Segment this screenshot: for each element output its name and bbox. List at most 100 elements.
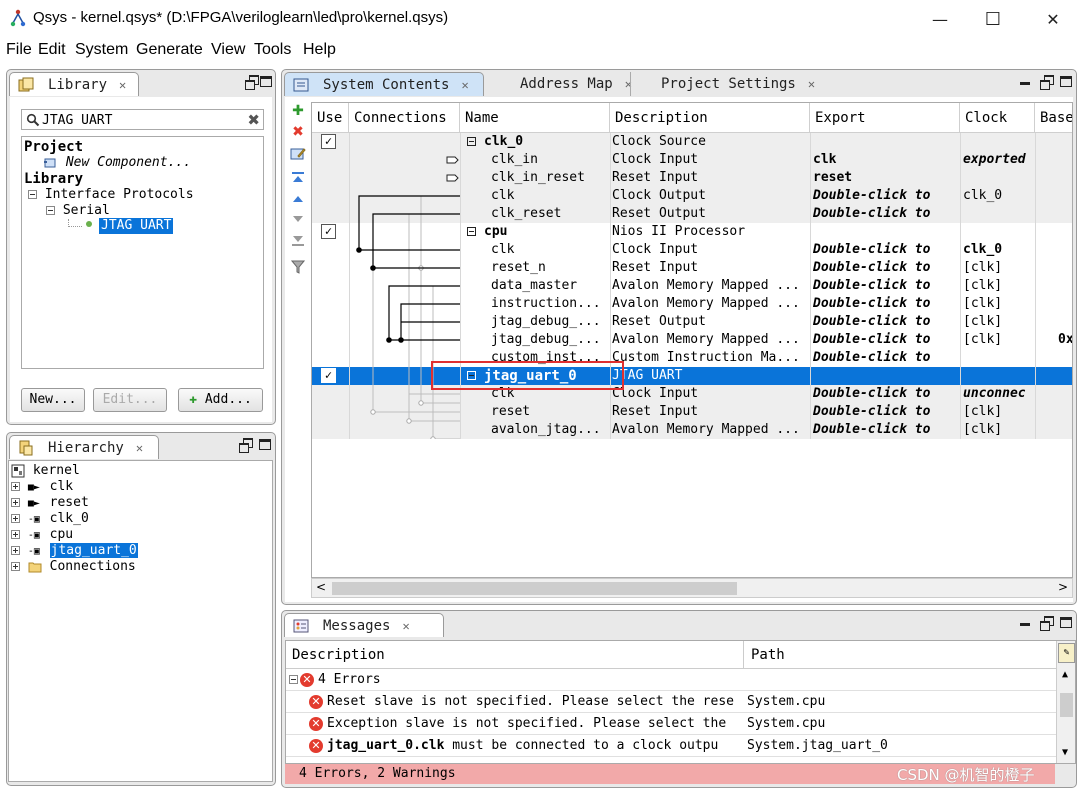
row-clock[interactable]: [clk] [963, 259, 1035, 277]
collapse-icon[interactable] [28, 190, 37, 199]
row-clock[interactable]: [clk] [963, 277, 1035, 295]
message-row[interactable]: ✕ Reset slave is not specified. Please se… [286, 691, 1056, 713]
row-name[interactable]: avalon_jtag... [491, 421, 609, 439]
row-name[interactable]: clk [491, 187, 609, 205]
library-search-input[interactable] [42, 111, 242, 129]
maximize-panel-icon[interactable] [1060, 617, 1072, 628]
tree-new-component[interactable]: New Component... [44, 155, 191, 170]
move-bottom-icon[interactable] [290, 233, 306, 249]
messages-column-path[interactable]: Path [744, 641, 1056, 669]
export-placeholder[interactable]: Double-click to [813, 313, 959, 331]
export-placeholder[interactable]: Double-click to [813, 403, 959, 421]
message-row[interactable]: ✕ jtag_uart_0.clk must be connected to a … [286, 735, 1056, 757]
collapse-icon[interactable] [467, 137, 476, 146]
row-description[interactable]: Reset Input [612, 259, 808, 277]
close-button[interactable]: ✕ [1030, 0, 1076, 38]
export-placeholder[interactable]: Double-click to [813, 277, 959, 295]
row-description[interactable]: Reset Output [612, 313, 808, 331]
column-header-connections[interactable]: Connections [349, 103, 460, 133]
hierarchy-root[interactable]: kernel [11, 463, 80, 479]
edit-component-icon[interactable] [290, 146, 306, 162]
expand-icon[interactable] [11, 514, 20, 523]
scroll-right-icon[interactable]: > [1058, 580, 1068, 594]
row-description[interactable]: Reset Input [612, 169, 808, 187]
close-tab-icon[interactable]: ✕ [402, 619, 409, 633]
row-name[interactable]: clk_reset [491, 205, 609, 223]
row-description[interactable]: Avalon Memory Mapped ... [612, 277, 808, 295]
close-tab-icon[interactable]: ✕ [119, 78, 126, 92]
column-header-base[interactable]: Base [1035, 103, 1072, 133]
move-up-icon[interactable] [290, 192, 306, 208]
row-name[interactable]: reset_n [491, 259, 609, 277]
row-base[interactable]: 0x [1058, 331, 1072, 349]
use-checkbox-clk0[interactable]: ✓ [321, 134, 336, 149]
row-name[interactable]: jtag_debug_... [491, 331, 609, 349]
row-description[interactable]: Clock Output [612, 187, 808, 205]
column-header-name[interactable]: Name [460, 103, 610, 133]
hierarchy-item-jtag-uart[interactable]: -▣ jtag_uart_0 [11, 543, 138, 559]
export-value[interactable]: clk [813, 151, 959, 169]
minimize-panel-icon[interactable] [1018, 76, 1032, 88]
tab-library[interactable]: Library ✕ [9, 72, 139, 96]
menu-generate[interactable]: Generate [136, 41, 203, 59]
export-placeholder[interactable]: Double-click to [813, 421, 959, 439]
menu-tools[interactable]: Tools [254, 41, 291, 59]
close-tab-icon[interactable]: ✕ [808, 77, 815, 91]
collapse-icon[interactable] [467, 227, 476, 236]
move-top-icon[interactable] [290, 171, 306, 187]
clear-search-icon[interactable]: ✖ [247, 111, 260, 129]
collapse-icon[interactable] [46, 206, 55, 215]
row-description[interactable]: JTAG UART [612, 367, 808, 385]
hierarchy-item-clk-0[interactable]: -▣ clk_0 [11, 511, 89, 527]
row-clock[interactable]: unconnec [963, 385, 1035, 403]
tab-messages[interactable]: Messages ✕ [284, 613, 444, 637]
messages-vscrollbar[interactable]: ✎ ▲ ▼ [1056, 641, 1075, 763]
expand-icon[interactable] [11, 546, 20, 555]
export-placeholder[interactable]: Double-click to [813, 259, 959, 277]
expand-icon[interactable] [11, 562, 20, 571]
scrollbar-thumb[interactable] [332, 582, 737, 595]
export-value[interactable]: reset [813, 169, 959, 187]
row-description[interactable]: Clock Input [612, 151, 808, 169]
hierarchy-item-connections[interactable]: Connections [11, 559, 136, 575]
use-checkbox-jtag-uart[interactable]: ✓ [321, 368, 336, 383]
export-placeholder[interactable]: Double-click to [813, 295, 959, 313]
row-name[interactable]: clk_in_reset [491, 169, 609, 187]
column-header-export[interactable]: Export [810, 103, 960, 133]
menu-view[interactable]: View [211, 41, 245, 59]
row-clock[interactable]: [clk] [963, 403, 1035, 421]
tree-jtag-uart-selected[interactable]: JTAG UART [99, 218, 174, 234]
scroll-down-icon[interactable]: ▼ [1062, 747, 1068, 758]
maximize-panel-icon[interactable] [259, 439, 271, 450]
row-clock[interactable]: [clk] [963, 331, 1035, 349]
row-description[interactable]: Clock Source [612, 133, 808, 151]
tab-address-map[interactable]: Address Map ✕ [482, 72, 640, 96]
filter-icon[interactable] [290, 260, 306, 276]
restore-icon[interactable] [239, 438, 253, 453]
export-placeholder[interactable]: Double-click to [813, 385, 959, 403]
row-clock[interactable]: clk_0 [963, 241, 1035, 259]
menu-file[interactable]: File [6, 41, 32, 59]
hierarchy-item-cpu[interactable]: -▣ cpu [11, 527, 73, 543]
scroll-left-icon[interactable]: < [316, 580, 326, 594]
row-description[interactable]: Reset Input [612, 403, 808, 421]
row-name[interactable]: jtag_debug_... [491, 313, 609, 331]
add-button[interactable]: ✚ Add... [178, 388, 263, 412]
close-tab-icon[interactable]: ✕ [461, 78, 468, 92]
row-name[interactable]: cpu [484, 223, 608, 241]
row-name[interactable]: clk_0 [484, 133, 608, 151]
row-description[interactable]: Nios II Processor [612, 223, 808, 241]
menu-help[interactable]: Help [303, 41, 336, 59]
scrollbar-thumb[interactable] [1060, 693, 1073, 717]
maximize-panel-icon[interactable] [1060, 76, 1072, 87]
tree-library[interactable]: Library [24, 171, 83, 187]
row-name[interactable]: reset [491, 403, 609, 421]
tab-project-settings[interactable]: Project Settings ✕ [630, 72, 820, 96]
menu-system[interactable]: System [75, 41, 128, 59]
export-placeholder[interactable]: Double-click to [813, 331, 959, 349]
collapse-icon[interactable] [289, 675, 298, 684]
tree-interface-protocols[interactable]: Interface Protocols [28, 187, 194, 202]
connections-graph[interactable] [349, 133, 460, 439]
maximize-panel-icon[interactable] [260, 76, 272, 87]
restore-icon[interactable] [1040, 75, 1054, 90]
